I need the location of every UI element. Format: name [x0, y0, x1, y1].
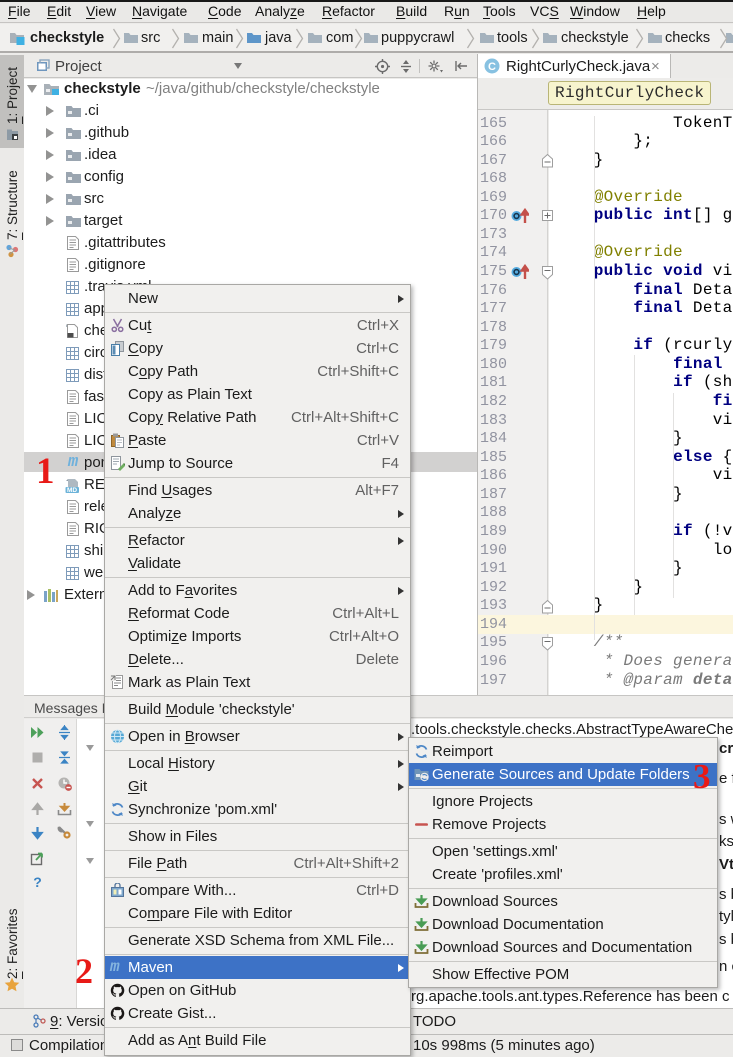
svg-text:C: C [488, 61, 496, 73]
svg-text:MD: MD [67, 487, 77, 493]
